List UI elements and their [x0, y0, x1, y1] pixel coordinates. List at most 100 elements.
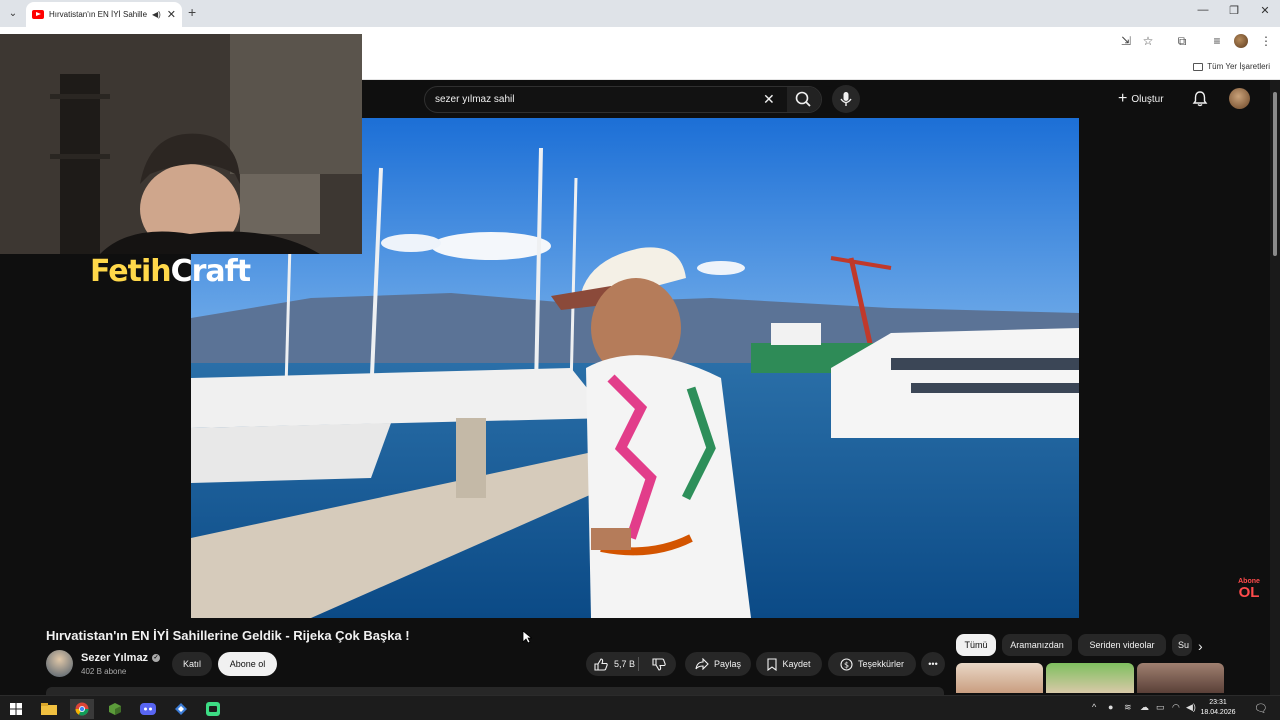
search-button[interactable] — [787, 87, 821, 112]
tray-microphone-icon[interactable]: ● — [1108, 702, 1113, 712]
install-app-icon[interactable]: ⇲ — [1118, 34, 1134, 48]
logo-part-fetih: Fetih — [90, 254, 172, 289]
windows-start-icon[interactable] — [4, 699, 28, 719]
subscriber-count: 402 B abone — [81, 667, 127, 676]
tray-chevron-icon[interactable]: ^ — [1092, 702, 1096, 712]
share-button[interactable]: Paylaş — [685, 652, 751, 676]
thumbs-up-icon — [594, 657, 608, 671]
chip-series-videos[interactable]: Seriden videolar — [1078, 634, 1166, 656]
folder-icon — [1193, 62, 1204, 71]
chip-series-label: Seriden videolar — [1089, 640, 1155, 650]
scrollbar-thumb[interactable] — [1273, 92, 1277, 256]
tray-cloud-icon[interactable]: ☁ — [1140, 702, 1149, 713]
subscribe-watermark[interactable]: Abone OL — [1236, 578, 1262, 600]
channel-avatar[interactable] — [46, 650, 73, 677]
verified-check-icon: ✓ — [152, 654, 161, 662]
restore-icon[interactable]: ❐ — [1219, 4, 1249, 17]
media-control-icon[interactable]: ≡ — [1209, 34, 1225, 48]
tab-title: Hırvatistan'ın EN İYİ Sahiller — [49, 10, 147, 19]
clock-time: 23:31 — [1209, 699, 1227, 706]
browser-menu-icon[interactable]: ⋮ — [1258, 34, 1274, 48]
chip-partial-label: Su — [1178, 640, 1190, 650]
like-button[interactable]: 5,7 B — [594, 657, 636, 671]
share-label: Paylaş — [713, 659, 741, 669]
bookmark-star-icon[interactable]: ☆ — [1140, 34, 1156, 48]
channel-name[interactable]: Sezer Yılmaz ✓ — [81, 652, 161, 664]
tray-volume-icon[interactable]: ◀) — [1186, 702, 1196, 713]
svg-text:$: $ — [844, 660, 849, 669]
page-scrollbar[interactable] — [1270, 80, 1280, 697]
discord-icon[interactable] — [136, 699, 160, 719]
microphone-icon — [840, 92, 852, 106]
file-explorer-icon[interactable] — [37, 699, 61, 719]
notifications-icon[interactable]: 🗨 — [1254, 702, 1268, 715]
speaker-icon[interactable]: ◀) — [152, 10, 161, 19]
join-label: Katıl — [182, 659, 201, 669]
android-app-icon[interactable] — [201, 699, 225, 719]
plus-icon: + — [1118, 90, 1128, 107]
chip-from-search-label: Aramanızdan — [1010, 640, 1064, 650]
profile-avatar-icon[interactable] — [1234, 34, 1248, 48]
close-tab-icon[interactable]: ✕ — [167, 8, 176, 21]
windows-taskbar: ^ ● ≋ ☁ ▭ ◠ ◀) 23:31 18.04.2026 🗨 — [0, 695, 1280, 720]
create-label: Oluştur — [1131, 93, 1164, 105]
channel-name-text: Sezer Yılmaz — [81, 652, 149, 664]
tray-display-icon[interactable]: ▭ — [1156, 702, 1165, 713]
logo-part-craft: Craft — [170, 254, 251, 289]
save-button[interactable]: Kaydet — [756, 652, 822, 676]
search-box[interactable]: sezer yılmaz sahil ✕ — [424, 86, 822, 113]
minimize-icon[interactable]: — — [1188, 4, 1218, 16]
share-icon — [695, 658, 709, 670]
thumbs-down-icon[interactable] — [652, 658, 666, 671]
thanks-button[interactable]: $ Teşekkürler — [828, 652, 916, 676]
recommended-thumbnail-2[interactable] — [1046, 663, 1134, 693]
bookmark-icon — [767, 657, 778, 671]
search-input[interactable]: sezer yılmaz sahil — [435, 94, 514, 105]
join-button[interactable]: Katıl — [172, 652, 212, 676]
chip-partial[interactable]: Su — [1172, 634, 1192, 656]
watermark-line2: OL — [1238, 584, 1260, 601]
tab-search-icon[interactable]: ⌄ — [4, 5, 22, 23]
subscribe-label: Abone ol — [229, 659, 266, 669]
new-tab-icon[interactable]: + — [188, 4, 196, 20]
recommended-thumbnail-3[interactable] — [1137, 663, 1224, 693]
voice-search-button[interactable] — [832, 85, 860, 113]
notifications-bell-icon[interactable] — [1192, 90, 1208, 107]
browser-tab[interactable]: Hırvatistan'ın EN İYİ Sahiller ◀) ✕ — [26, 2, 182, 27]
mouse-cursor-icon — [522, 630, 532, 644]
webcam-overlay — [0, 34, 362, 254]
extensions-icon[interactable]: ⧉ — [1174, 34, 1190, 49]
recommended-thumbnail-1[interactable] — [956, 663, 1043, 693]
chip-all-label: Tümü — [964, 640, 988, 650]
video-title: Hırvatistan'ın EN İYİ Sahillerine Geldik… — [46, 628, 410, 643]
chip-all[interactable]: Tümü — [956, 634, 996, 656]
streamer-logo: FetihCraft — [90, 254, 251, 289]
taskbar-clock[interactable]: 23:31 18.04.2026 — [1198, 698, 1238, 718]
thanks-dollar-icon: $ — [840, 657, 853, 671]
like-count: 5,7 B — [614, 659, 636, 669]
like-divider — [638, 657, 639, 671]
clock-date: 18.04.2026 — [1200, 709, 1236, 716]
close-window-icon[interactable]: ✕ — [1250, 4, 1280, 17]
youtube-favicon-icon — [32, 10, 44, 19]
all-bookmarks-label: Tüm Yer İşaretleri — [1207, 62, 1270, 71]
tray-wifi-icon[interactable]: ◠ — [1172, 702, 1180, 713]
clear-search-icon[interactable]: ✕ — [763, 91, 775, 108]
subscribe-button[interactable]: Abone ol — [218, 652, 277, 676]
account-avatar[interactable] — [1229, 88, 1250, 109]
game-launcher-icon[interactable] — [169, 699, 193, 719]
description-box[interactable] — [46, 687, 944, 695]
like-dislike-group: 5,7 B — [586, 652, 676, 676]
minecraft-icon[interactable] — [103, 699, 127, 719]
chip-next-chevron-icon[interactable]: › — [1198, 638, 1203, 654]
tray-network-icon[interactable]: ≋ — [1124, 702, 1132, 713]
create-button[interactable]: + Oluştur — [1118, 88, 1164, 110]
more-actions-button[interactable]: ••• — [921, 652, 945, 676]
all-bookmarks[interactable]: Tüm Yer İşaretleri — [1193, 62, 1270, 71]
thanks-label: Teşekkürler — [857, 659, 904, 669]
save-label: Kaydet — [782, 659, 811, 669]
chip-from-search[interactable]: Aramanızdan — [1002, 634, 1072, 656]
more-horizontal-icon: ••• — [928, 659, 938, 669]
chrome-icon[interactable] — [70, 699, 94, 719]
search-icon — [795, 91, 811, 107]
